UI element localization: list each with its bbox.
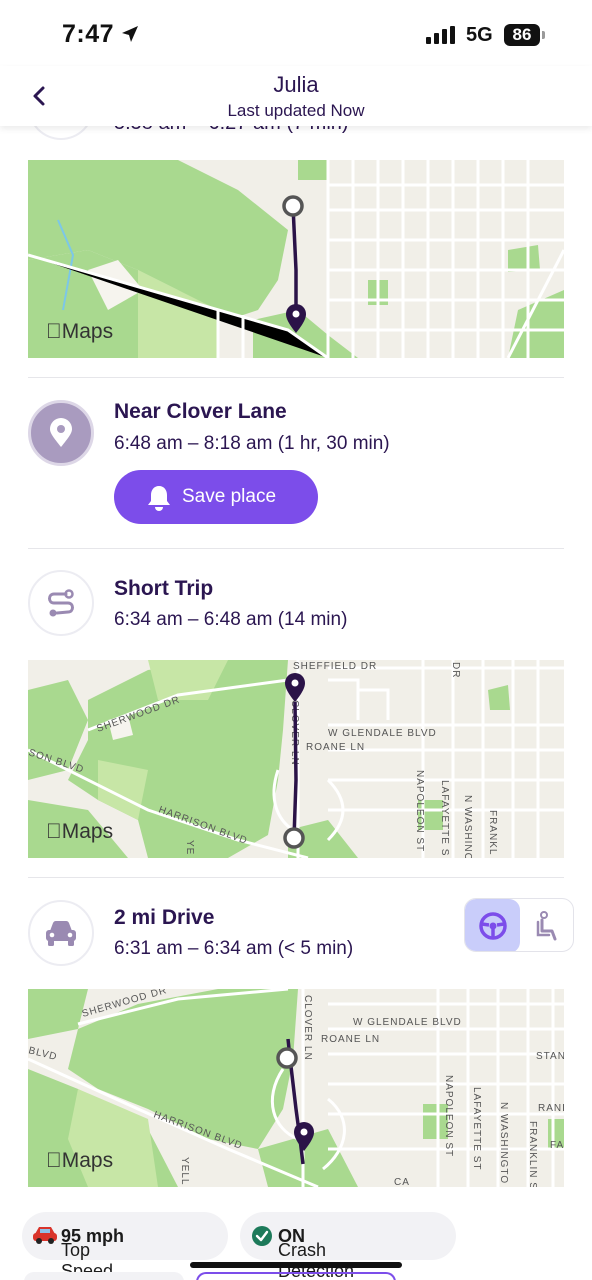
crash-detection-chip[interactable]: Crash Detection ON: [240, 1212, 456, 1280]
driver-mode-button[interactable]: [465, 899, 520, 951]
bottom-button-peek: [196, 1272, 396, 1280]
street-label: FRANKL: [487, 810, 498, 855]
street-label: YE: [184, 840, 195, 855]
street-label: NAPOLEON ST: [443, 1075, 454, 1157]
car-icon: [46, 921, 76, 946]
street-label: LAFAYETTE S: [439, 780, 450, 856]
place-icon-circle: [28, 400, 94, 466]
save-place-button[interactable]: Save place: [114, 470, 318, 524]
divider: [28, 377, 564, 378]
divider: [28, 548, 564, 549]
page-title: Julia: [273, 72, 319, 97]
street-label: W GLENDALE BLVD: [328, 728, 437, 739]
street-label: ROANE LN: [321, 1034, 380, 1045]
battery-icon: 86: [504, 24, 540, 46]
cellular-signal-icon: [426, 26, 455, 44]
save-place-label: Save place: [182, 486, 277, 507]
street-label: N WASHINC: [462, 795, 473, 858]
apple-maps-logo: Maps: [46, 1149, 113, 1172]
entry-time: 6:31 am – 6:34 am (< 5 min): [114, 938, 354, 959]
street-label: STAN: [536, 1051, 564, 1062]
nav-header: Julia Last updated Now: [0, 66, 592, 126]
location-arrow-icon: [122, 26, 138, 42]
street-label: SHEFFIELD DR: [293, 661, 377, 672]
street-label: N WASHINGTO: [498, 1102, 509, 1184]
apple-maps-logo: Maps: [46, 820, 113, 843]
passenger-mode-button[interactable]: [520, 899, 573, 951]
street-label: RANI: [538, 1103, 564, 1114]
check-circle-icon: [252, 1226, 272, 1246]
driver-passenger-toggle[interactable]: [464, 898, 574, 952]
street-label: CLOVER LN: [302, 995, 313, 1061]
route-icon: [48, 589, 74, 617]
location-pin-icon: [50, 418, 72, 447]
street-label: W GLENDALE BLVD: [353, 1017, 462, 1028]
drive-icon-circle: [28, 900, 94, 966]
network-type: 5G: [466, 24, 493, 46]
map-short-trip[interactable]: SHEFFIELD DR SHERWOOD DR W GLENDALE BLVD…: [28, 660, 564, 858]
map-previous-trip[interactable]: Maps: [28, 160, 564, 358]
red-car-icon: [33, 1227, 57, 1244]
battery-cap: [542, 31, 545, 39]
street-label: FA: [550, 1140, 564, 1151]
street-label: NAPOLEON ST: [414, 770, 425, 852]
top-speed-chip[interactable]: Top Speed 95 mph: [22, 1212, 228, 1280]
entry-time: 6:48 am – 8:18 am (1 hr, 30 min): [114, 433, 390, 454]
street-label: FRANKLIN S: [527, 1121, 538, 1187]
street-label: LAFAYETTE ST: [471, 1087, 482, 1171]
apple-maps-logo: Maps: [46, 320, 113, 343]
steering-wheel-icon: [478, 912, 507, 940]
map-drive[interactable]: SHERWOOD DR CLOVER LN W GLENDALE BLVD RO…: [28, 989, 564, 1187]
entry-time: 6:34 am – 6:48 am (14 min): [114, 609, 348, 630]
trip-icon-circle: [28, 570, 94, 636]
divider: [28, 877, 564, 878]
bell-icon: [148, 486, 170, 511]
street-label: YELL: [179, 1157, 190, 1185]
battery-level: 86: [512, 25, 532, 44]
bottom-chip-peek: [24, 1272, 184, 1280]
last-updated-label: Last updated Now: [227, 101, 365, 120]
entry-title: 2 mi Drive: [114, 906, 215, 929]
status-bar: 7:47 5G 86: [0, 0, 592, 66]
passenger-seat-icon: [536, 911, 556, 941]
street-label: DR: [450, 662, 461, 678]
street-label: CA: [394, 1177, 410, 1187]
entry-title: Short Trip: [114, 577, 214, 600]
apple-logo-icon: : [46, 820, 62, 843]
status-time: 7:47: [62, 20, 115, 48]
home-indicator: [190, 1262, 402, 1268]
entry-title: Near Clover Lane: [114, 400, 287, 423]
street-label: ROANE LN: [306, 742, 365, 753]
apple-logo-icon: : [46, 1149, 62, 1172]
apple-logo-icon: : [46, 320, 62, 343]
